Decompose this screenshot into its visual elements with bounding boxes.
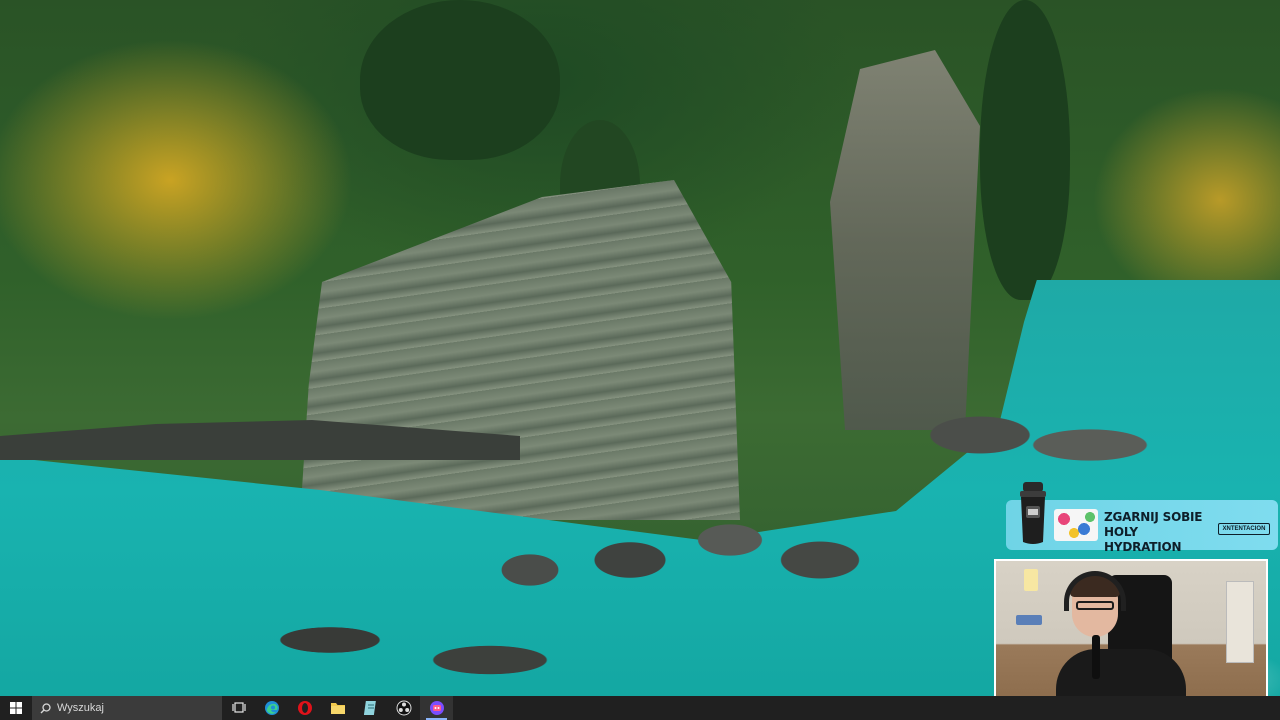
- wallpaper-tree: [980, 0, 1070, 300]
- webcam-lamp: [1024, 569, 1038, 591]
- webcam-overlay: [994, 559, 1268, 713]
- taskbar-edge[interactable]: [255, 696, 288, 720]
- microphone-icon: [1092, 635, 1100, 679]
- promo-headline-line2: HOLY HYDRATION: [1104, 525, 1182, 554]
- folder-icon: [330, 703, 345, 714]
- wallpaper-boulders: [470, 500, 930, 610]
- promo-headline: ZGARNIJ SOBIE HOLY HYDRATION: [1104, 510, 1214, 555]
- promo-brand-logo: XNTENTACION: [1218, 523, 1270, 535]
- taskbar-notepad[interactable]: [354, 696, 387, 720]
- promo-pattern-image: [1054, 509, 1098, 541]
- taskbar: [0, 696, 1280, 720]
- obs-icon: [396, 700, 411, 716]
- task-view-icon: [231, 702, 246, 713]
- streamlabs-icon: [429, 701, 444, 715]
- edge-icon: [264, 701, 279, 715]
- promo-headline-line1: ZGARNIJ SOBIE: [1104, 510, 1203, 524]
- search-icon: [40, 702, 51, 713]
- wallpaper-tree: [360, 0, 560, 160]
- webcam-background-monitor: [1016, 615, 1042, 625]
- taskbar-opera[interactable]: [288, 696, 321, 720]
- taskbar-search-box[interactable]: [32, 696, 222, 720]
- wallpaper-logs: [240, 610, 600, 690]
- search-input[interactable]: [57, 702, 197, 714]
- shaker-bottle-icon: [1020, 482, 1046, 544]
- windows-logo-icon: [10, 702, 22, 714]
- taskbar-obs[interactable]: [387, 696, 420, 720]
- opera-icon: [297, 701, 312, 715]
- start-button[interactable]: [0, 696, 32, 720]
- wallpaper-rock: [830, 50, 980, 430]
- notepad-icon: [363, 701, 376, 715]
- taskbar-task-view[interactable]: [222, 696, 255, 720]
- taskbar-streamlabs[interactable]: [420, 696, 453, 720]
- webcam-shelf: [1226, 581, 1254, 663]
- taskbar-file-explorer[interactable]: [321, 696, 354, 720]
- wallpaper-cliff: [300, 180, 740, 520]
- wallpaper-rocks: [900, 395, 1160, 475]
